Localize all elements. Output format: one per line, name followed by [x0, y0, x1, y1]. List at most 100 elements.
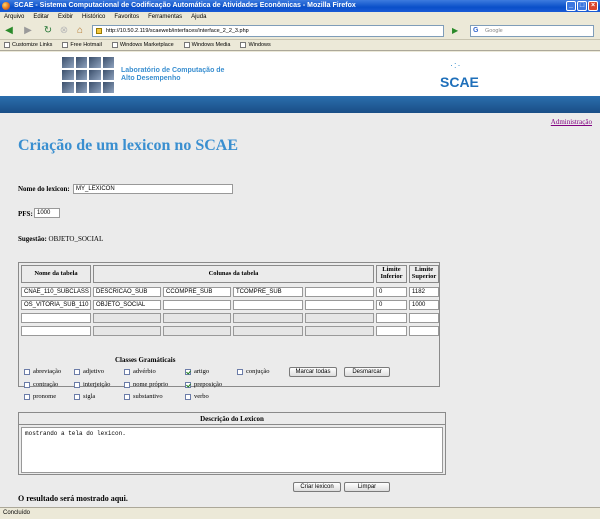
- column-input[interactable]: [233, 300, 303, 310]
- checkbox-icon[interactable]: [24, 368, 30, 375]
- checkbox-icon[interactable]: [74, 368, 80, 375]
- menu-favoritos[interactable]: Favoritos: [114, 12, 139, 22]
- column-input[interactable]: OBJETO_SOCIAL: [93, 300, 161, 310]
- description-textarea[interactable]: mostrando a tela do lexicon.: [21, 427, 443, 473]
- clear-button[interactable]: Limpar: [344, 482, 390, 492]
- status-text: Concluído: [3, 510, 31, 516]
- forward-icon[interactable]: ▶: [22, 25, 34, 37]
- upper-limit-input[interactable]: [409, 326, 439, 336]
- menu-ferramentas[interactable]: Ferramentas: [148, 12, 182, 22]
- address-bar[interactable]: http://10.50.2.119/scaeweb/interfaces/in…: [92, 25, 444, 37]
- table-name-input[interactable]: [21, 326, 91, 336]
- lab-name: Laboratório de Computação de Alto Desemp…: [121, 67, 225, 82]
- status-bar: Concluído: [0, 507, 600, 519]
- upper-limit-input[interactable]: [409, 313, 439, 323]
- checkbox-artigo[interactable]: artigo: [185, 368, 209, 375]
- bookmark-customize-links[interactable]: Customize Links: [4, 40, 52, 50]
- search-box[interactable]: G Google: [470, 25, 594, 37]
- go-icon[interactable]: ▶: [452, 26, 462, 36]
- upper-limit-input[interactable]: 1000: [409, 300, 439, 310]
- checkbox-icon[interactable]: [24, 393, 30, 400]
- checkbox-contracao[interactable]: contração: [24, 381, 58, 388]
- column-input[interactable]: [305, 326, 374, 336]
- reload-icon[interactable]: ↻: [42, 25, 54, 37]
- checkbox-sigla[interactable]: sigla: [74, 393, 95, 400]
- checkbox-icon[interactable]: [124, 368, 130, 375]
- page-title: Criação de um lexicon no SCAE: [18, 137, 238, 154]
- table-name-input[interactable]: [21, 313, 91, 323]
- column-input[interactable]: DESCRICAO_SUB: [93, 287, 161, 297]
- checkbox-icon[interactable]: [124, 381, 130, 388]
- checkbox-icon[interactable]: [124, 393, 130, 400]
- bookmark-icon: [240, 42, 247, 48]
- column-input[interactable]: [93, 313, 161, 323]
- menu-arquivo[interactable]: Arquivo: [4, 12, 24, 22]
- window-title: SCAE - Sistema Computacional de Codifica…: [14, 2, 356, 9]
- checkbox-conjucao[interactable]: conjução: [237, 368, 269, 375]
- bookmark-free-hotmail[interactable]: Free Hotmail: [62, 40, 102, 50]
- admin-link[interactable]: Administração: [551, 118, 592, 126]
- column-input[interactable]: [163, 300, 231, 310]
- bookmark-windows[interactable]: Windows: [240, 40, 271, 50]
- upper-limit-input[interactable]: 1182: [409, 287, 439, 297]
- column-input[interactable]: [305, 313, 374, 323]
- column-input[interactable]: [163, 326, 231, 336]
- menu-ajuda[interactable]: Ajuda: [191, 12, 206, 22]
- table-name-input[interactable]: CNAE_110_SUBCLASS: [21, 287, 91, 297]
- checkbox-icon[interactable]: [74, 381, 80, 388]
- create-lexicon-button[interactable]: Criar lexicon: [293, 482, 341, 492]
- back-icon[interactable]: ◀: [3, 25, 15, 37]
- lower-limit-input[interactable]: [376, 313, 407, 323]
- lexicon-name-input[interactable]: MY_LEXICON: [73, 184, 233, 194]
- checkbox-adverbio[interactable]: advérbio: [124, 368, 156, 375]
- menu-exibir[interactable]: Exibir: [58, 12, 73, 22]
- bookmark-windows-media[interactable]: Windows Media: [183, 40, 230, 50]
- column-input[interactable]: [93, 326, 161, 336]
- lower-limit-input[interactable]: [376, 326, 407, 336]
- menu-editar[interactable]: Editar: [33, 12, 49, 22]
- window-titlebar: SCAE - Sistema Computacional de Codifica…: [0, 0, 600, 12]
- lower-limit-input[interactable]: 0: [376, 300, 407, 310]
- logo-text: SCAE: [440, 74, 479, 90]
- stop-icon[interactable]: ⊗: [58, 25, 70, 37]
- suggestion-value: OBJETO_SOCIAL: [48, 235, 104, 243]
- home-icon[interactable]: ⌂: [74, 25, 86, 37]
- column-input[interactable]: [233, 313, 303, 323]
- column-input[interactable]: CCOMPRE_SUB: [163, 287, 231, 297]
- firefox-icon: [2, 2, 10, 10]
- checkbox-adjetivo[interactable]: adjetivo: [74, 368, 104, 375]
- checkbox-preposicao[interactable]: preposição: [185, 381, 222, 388]
- checkbox-interjeicao[interactable]: interjeição: [74, 381, 110, 388]
- pfs-input[interactable]: 1000: [34, 208, 60, 218]
- column-input[interactable]: TCOMPRE_SUB: [233, 287, 303, 297]
- lab-logo-image: [62, 57, 114, 93]
- lower-limit-header: Limite Inferior: [380, 266, 403, 280]
- mark-all-button[interactable]: Marcar todas: [289, 367, 337, 377]
- checkbox-pronome[interactable]: pronome: [24, 393, 56, 400]
- header-banner: Laboratório de Computação de Alto Desemp…: [0, 52, 600, 96]
- bookmark-windows-marketplace[interactable]: Windows Marketplace: [111, 40, 174, 50]
- column-input[interactable]: [305, 287, 374, 297]
- checkbox-icon[interactable]: [185, 393, 191, 400]
- table-name-input[interactable]: OS_VITORIA_SUB_110: [21, 300, 91, 310]
- checkbox-substantivo[interactable]: substantivo: [124, 393, 163, 400]
- checkbox-icon[interactable]: [237, 368, 243, 375]
- close-icon[interactable]: ×: [588, 1, 598, 11]
- checkbox-icon[interactable]: [74, 393, 80, 400]
- checkbox-verbo[interactable]: verbo: [185, 393, 209, 400]
- column-input[interactable]: [305, 300, 374, 310]
- checkbox-checked-icon[interactable]: [185, 368, 191, 375]
- column-input[interactable]: [233, 326, 303, 336]
- minimize-icon[interactable]: _: [566, 1, 576, 11]
- checkbox-checked-icon[interactable]: [185, 381, 191, 388]
- lower-limit-input[interactable]: 0: [376, 287, 407, 297]
- checkbox-nome-proprio[interactable]: nome próprio: [124, 381, 168, 388]
- menu-historico[interactable]: Histórico: [82, 12, 105, 22]
- unmark-button[interactable]: Desmarcar: [344, 367, 390, 377]
- lexicon-name-label: Nome do lexicon:: [18, 185, 70, 193]
- checkbox-icon[interactable]: [24, 381, 30, 388]
- scae-logo: ·:· SCAE: [438, 60, 488, 92]
- maximize-icon[interactable]: □: [577, 1, 587, 11]
- checkbox-abreviacao[interactable]: abreviação: [24, 368, 61, 375]
- column-input[interactable]: [163, 313, 231, 323]
